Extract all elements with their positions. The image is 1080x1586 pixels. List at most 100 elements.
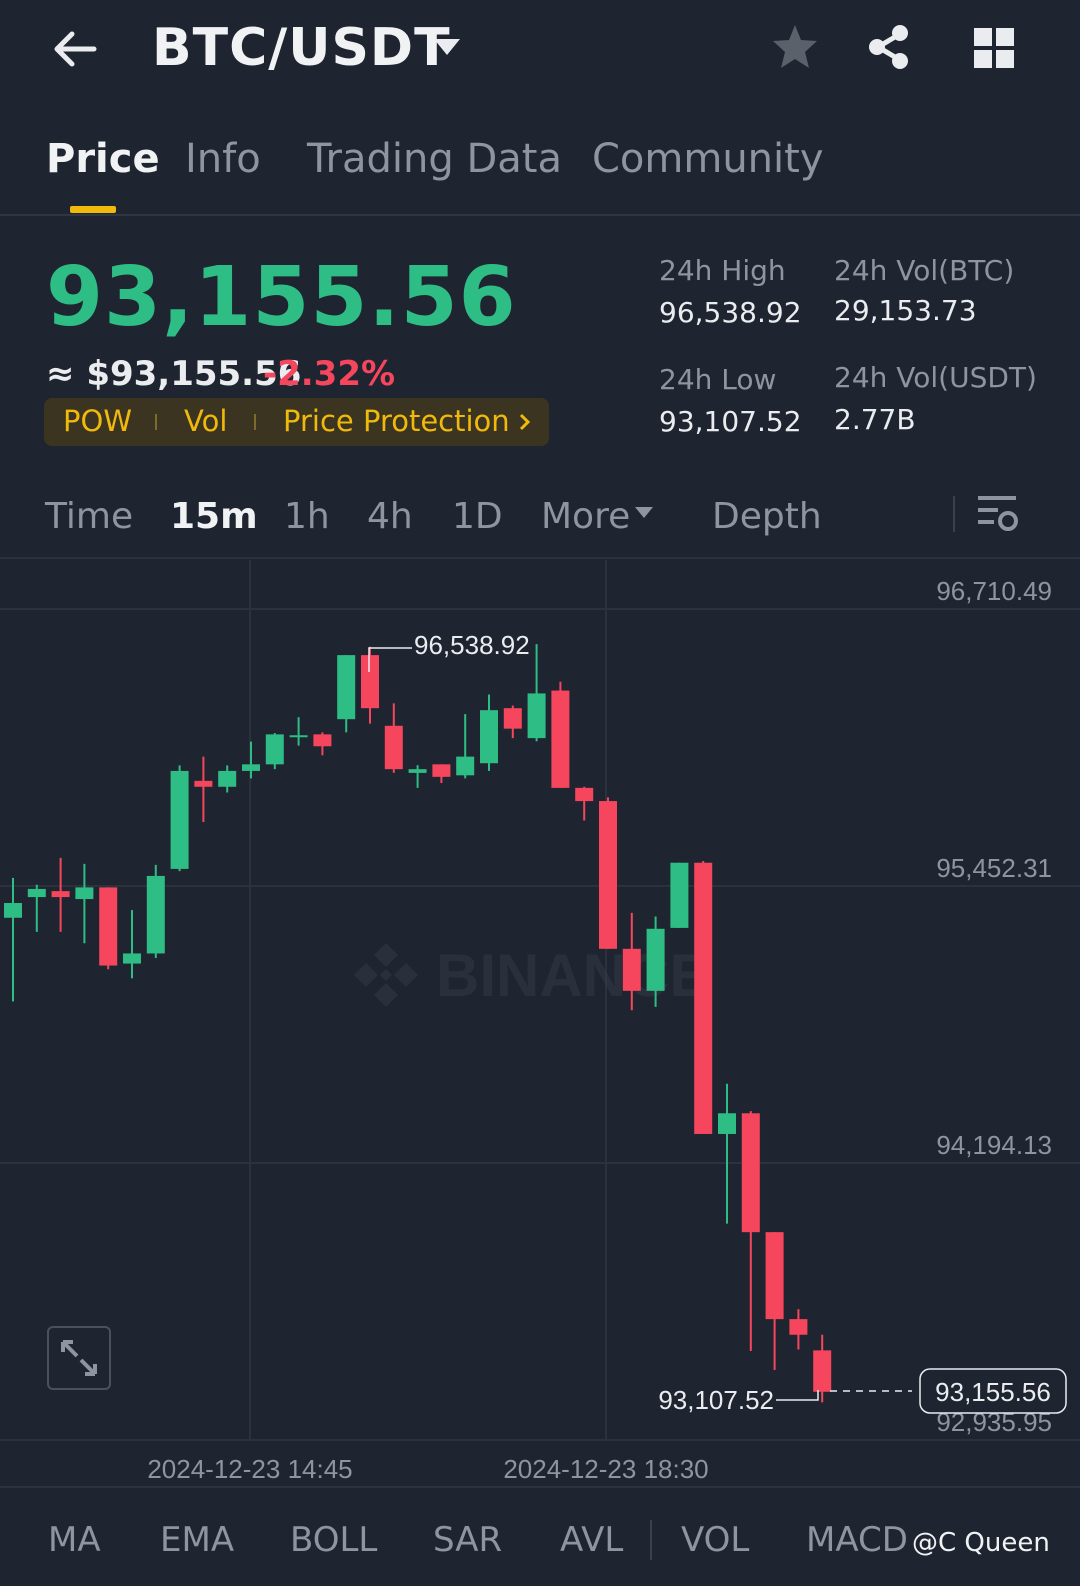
layout-grid-icon[interactable] [972,26,1016,70]
candle-down [361,655,379,709]
candle-down [384,725,403,770]
candle-up [170,770,189,869]
candle-up [670,862,689,928]
indicator-sar[interactable]: SAR [433,1520,502,1560]
candle-down [313,734,332,747]
candlestick-chart[interactable]: BINANCE 96,710.49 95,452.31 94,194.13 92… [0,560,1080,1486]
candle-down [432,764,451,777]
low-marker: 93,107.52 [658,1385,819,1415]
tag-separator [254,414,256,430]
x-tick-label: 2024-12-23 18:30 [503,1454,708,1484]
indicator-boll[interactable]: BOLL [290,1520,377,1560]
indicator-macd[interactable]: MACD [806,1520,908,1560]
candle-down [51,891,70,898]
back-arrow-icon[interactable] [50,24,100,74]
tag-price-protection[interactable]: Price Protection [283,404,510,438]
high-marker-label: 96,538.92 [414,630,530,660]
interval-time[interactable]: Time [45,496,133,537]
vol-usdt-label: 24h Vol(USDT) [834,361,1037,394]
candle-up [337,655,356,720]
svg-text:BINANCE: BINANCE [436,942,709,1009]
watermark-username: @C Queen [912,1528,1050,1558]
x-tick-label: 2024-12-23 14:45 [147,1454,352,1484]
expand-icon [61,1340,97,1376]
candle-up [146,875,165,954]
share-icon[interactable] [864,22,914,72]
candle-up [408,769,427,773]
candle-down [99,887,118,966]
active-tab-indicator [70,206,116,213]
candle-down [194,780,213,787]
vol-btc-value: 29,153.73 [834,294,977,327]
candle-up [289,735,308,738]
low-24h-value: 93,107.52 [659,405,802,438]
candle-up [265,734,284,765]
indicator-ma[interactable]: MA [48,1520,101,1560]
candle-up [242,764,260,771]
candle-down [575,787,594,802]
candles-group [4,644,832,1403]
tag-pow[interactable]: POW [63,404,132,438]
candle-up [123,953,141,964]
tabs-divider [0,214,1080,216]
y-tick-label: 95,452.31 [936,853,1052,883]
candle-down [599,801,617,949]
candle-up [718,1113,736,1134]
high-24h-value: 96,538.92 [659,296,802,329]
high-marker: 96,538.92 [368,630,530,672]
chevron-right-icon[interactable] [517,412,533,432]
y-tick-label: 96,710.49 [936,576,1052,606]
indicator-avl[interactable]: AVL [560,1520,623,1560]
last-price-badge-label: 93,155.56 [935,1377,1051,1407]
candle-up [480,710,498,764]
candle-up [456,756,475,776]
candle-down [741,1113,760,1233]
candle-down [503,708,522,729]
tab-price[interactable]: Price [46,136,160,182]
y-axis-labels: 96,710.49 95,452.31 94,194.13 92,935.95 [936,576,1052,1437]
candle-down [622,948,641,991]
candle-up [4,903,22,918]
interval-separator [953,496,955,532]
indicator-ema[interactable]: EMA [160,1520,234,1560]
candle-down [694,862,713,1134]
interval-1h[interactable]: 1h [284,496,330,537]
candle-up [527,693,546,739]
high-24h-label: 24h High [659,254,786,287]
interval-4h[interactable]: 4h [367,496,413,537]
favorite-star-icon[interactable] [770,22,820,72]
interval-depth[interactable]: Depth [712,496,822,537]
caret-down-icon[interactable] [634,506,654,520]
tab-info[interactable]: Info [185,136,261,182]
chart-top-divider [0,557,1080,559]
candle-down [551,690,570,788]
candle-down [789,1319,808,1335]
candle-down [765,1232,784,1320]
indicator-vol[interactable]: VOL [681,1520,749,1560]
tag-vol[interactable]: Vol [184,404,227,438]
candle-up [75,887,94,900]
last-price: 93,155.56 [46,250,517,345]
price-change-percent: -2.32% [263,354,396,394]
interval-more[interactable]: More [541,496,630,537]
tag-separator [155,414,157,430]
candle-down [813,1350,832,1392]
vol-usdt-value: 2.77B [834,403,916,436]
candle-up [646,928,665,991]
vol-btc-label: 24h Vol(BTC) [834,254,1015,287]
pair-selector[interactable]: BTC/USDT [152,18,451,78]
y-tick-label: 94,194.13 [936,1130,1052,1160]
interval-15m[interactable]: 15m [170,496,258,537]
chart-settings-icon[interactable] [976,492,1020,536]
fullscreen-button[interactable] [47,1326,111,1390]
chart-bottom-divider [0,1486,1080,1488]
low-marker-label: 93,107.52 [658,1385,774,1415]
interval-1d[interactable]: 1D [452,496,503,537]
low-24h-label: 24h Low [659,363,777,396]
candle-up [218,770,237,787]
caret-down-icon[interactable] [432,36,462,58]
tab-community[interactable]: Community [592,136,824,182]
candle-up [27,888,46,898]
tab-trading-data[interactable]: Trading Data [307,136,562,182]
indicator-separator [650,1520,652,1560]
